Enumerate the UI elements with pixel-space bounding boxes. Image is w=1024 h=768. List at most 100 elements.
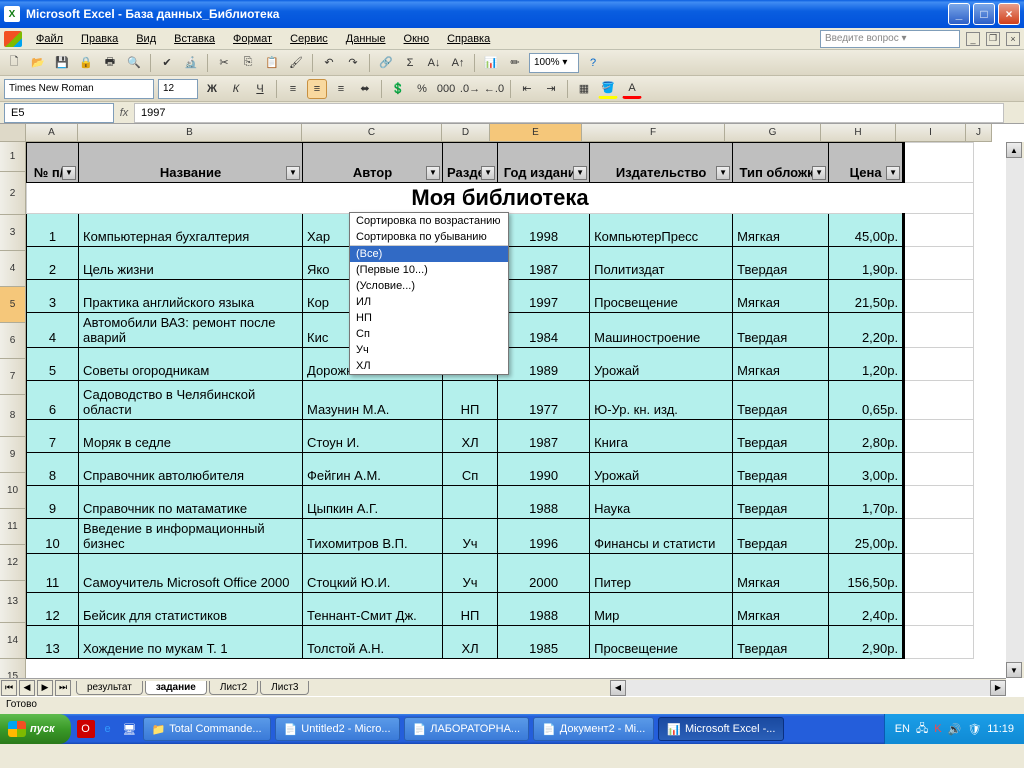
row-header[interactable]: 7 (0, 359, 26, 395)
table-row[interactable]: 6Садоводство в Челябинской областиМазуни… (27, 381, 974, 420)
font-size-combo[interactable]: 12 (158, 79, 198, 99)
desktop-icon[interactable]: 🖥 (121, 720, 139, 738)
row-header[interactable]: 1 (0, 142, 26, 172)
font-color-icon[interactable]: A (622, 79, 642, 99)
filter-opt[interactable]: Сп (350, 326, 508, 342)
align-left-icon[interactable]: ≡ (283, 79, 303, 99)
menu-insert[interactable]: Вставка (166, 31, 223, 47)
filter-custom[interactable]: (Условие...) (350, 278, 508, 294)
ie-icon[interactable]: e (99, 720, 117, 738)
row-header[interactable]: 12 (0, 545, 26, 581)
table-row[interactable]: 9Справочник по матаматикеЦыпкин А.Г.1988… (27, 486, 974, 519)
column-header[interactable]: J (966, 124, 992, 142)
paste-icon[interactable]: 📋 (262, 53, 282, 73)
bold-icon[interactable]: Ж (202, 79, 222, 99)
start-button[interactable]: пуск (0, 714, 71, 744)
task-button[interactable]: 📁 Total Commande... (143, 717, 271, 741)
tab-prev-icon[interactable]: ◀ (19, 680, 35, 696)
inc-indent-icon[interactable]: ⇥ (541, 79, 561, 99)
menu-data[interactable]: Данные (338, 31, 394, 47)
chart-icon[interactable]: 📊 (481, 53, 501, 73)
filter-dropdown-icon[interactable]: ▼ (426, 166, 440, 180)
border-icon[interactable]: ▦ (574, 79, 594, 99)
filter-all[interactable]: (Все) (350, 246, 508, 262)
filter-dropdown-icon[interactable]: ▼ (886, 166, 900, 180)
column-header[interactable]: C (302, 124, 442, 142)
print-icon[interactable]: 🖶 (100, 53, 120, 73)
column-header[interactable]: E (490, 124, 582, 142)
table-row[interactable]: 11Самоучитель Microsoft Office 2000Стоцк… (27, 554, 974, 593)
align-center-icon[interactable]: ≡ (307, 79, 327, 99)
sheet-tab[interactable]: результат (76, 681, 143, 695)
row-header[interactable]: 3 (0, 215, 26, 251)
scroll-right-icon[interactable]: ▶ (990, 680, 1006, 696)
drawing-icon[interactable]: ✏ (505, 53, 525, 73)
currency-icon[interactable]: 💲 (388, 79, 408, 99)
redo-icon[interactable]: ↷ (343, 53, 363, 73)
tab-first-icon[interactable]: ⏮ (1, 680, 17, 696)
task-button[interactable]: 📄 Документ2 - Mi... (533, 717, 654, 741)
table-row[interactable]: 10Введение в информационный бизнесТихоми… (27, 519, 974, 554)
cut-icon[interactable]: ✂ (214, 53, 234, 73)
fx-icon[interactable]: fx (114, 107, 134, 119)
task-button[interactable]: 📄 Untitled2 - Micro... (275, 717, 400, 741)
preview-icon[interactable]: 🔍 (124, 53, 144, 73)
save-icon[interactable]: 💾 (52, 53, 72, 73)
italic-icon[interactable]: К (226, 79, 246, 99)
autosum-icon[interactable]: Σ (400, 53, 420, 73)
research-icon[interactable]: 🔬 (181, 53, 201, 73)
filter-opt[interactable]: НП (350, 310, 508, 326)
filter-opt[interactable]: ИЛ (350, 294, 508, 310)
table-row[interactable]: 8Справочник автолюбителяФейгин А.М.Сп199… (27, 453, 974, 486)
minimize-button[interactable]: _ (948, 3, 970, 25)
percent-icon[interactable]: % (412, 79, 432, 99)
filter-sort-asc[interactable]: Сортировка по возрастанию (350, 213, 508, 229)
column-header[interactable]: A (26, 124, 78, 142)
comma-icon[interactable]: 000 (436, 79, 456, 99)
table-row[interactable]: 12Бейсик для статистиковТеннант-Смит Дж.… (27, 593, 974, 626)
tray-icon[interactable]: K (934, 723, 941, 735)
horizontal-scrollbar[interactable]: ◀ ▶ (610, 678, 1006, 696)
filter-top10[interactable]: (Первые 10...) (350, 262, 508, 278)
row-header[interactable]: 6 (0, 323, 26, 359)
menu-view[interactable]: Вид (128, 31, 164, 47)
mdi-minimize-button[interactable]: _ (966, 32, 980, 46)
name-box[interactable]: E5 (4, 103, 114, 123)
align-right-icon[interactable]: ≡ (331, 79, 351, 99)
menu-edit[interactable]: Правка (73, 31, 126, 47)
column-header[interactable]: D (442, 124, 490, 142)
mdi-restore-button[interactable]: ❐ (986, 32, 1000, 46)
sheet-tab[interactable]: задание (145, 681, 207, 695)
permission-icon[interactable]: 🔒 (76, 53, 96, 73)
undo-icon[interactable]: ↶ (319, 53, 339, 73)
tab-next-icon[interactable]: ▶ (37, 680, 53, 696)
task-button[interactable]: 📊 Microsoft Excel -... (658, 717, 784, 741)
row-header[interactable]: 14 (0, 623, 26, 659)
sort-desc-icon[interactable]: A↑ (448, 53, 468, 73)
tray-icon[interactable]: 🛡 (967, 723, 981, 736)
filter-dropdown-icon[interactable]: ▼ (573, 166, 587, 180)
filter-dropdown-icon[interactable]: ▼ (481, 166, 495, 180)
new-icon[interactable]: 🗋 (4, 53, 24, 73)
filter-opt[interactable]: ХЛ (350, 358, 508, 374)
opera-icon[interactable]: O (77, 720, 95, 738)
dec-decimal-icon[interactable]: ←.0 (484, 79, 504, 99)
sheet-tab[interactable]: Лист2 (209, 681, 258, 695)
language-indicator[interactable]: EN (895, 723, 910, 735)
filter-sort-desc[interactable]: Сортировка по убыванию (350, 229, 508, 245)
row-header[interactable]: 13 (0, 581, 26, 623)
column-header[interactable]: H (821, 124, 896, 142)
task-button[interactable]: 📄 ЛАБОРАТОРНА... (404, 717, 530, 741)
format-painter-icon[interactable]: 🖌 (286, 53, 306, 73)
merge-icon[interactable]: ⬌ (355, 79, 375, 99)
menu-file[interactable]: Файл (28, 31, 71, 47)
column-header[interactable]: G (725, 124, 821, 142)
maximize-button[interactable]: □ (973, 3, 995, 25)
row-header[interactable]: 11 (0, 509, 26, 545)
clock[interactable]: 11:19 (987, 723, 1014, 735)
filter-opt[interactable]: Уч (350, 342, 508, 358)
scroll-left-icon[interactable]: ◀ (610, 680, 626, 696)
tray-icon[interactable]: 🔊 (948, 723, 962, 736)
fill-color-icon[interactable]: 🪣 (598, 79, 618, 99)
spellcheck-icon[interactable]: ✔ (157, 53, 177, 73)
